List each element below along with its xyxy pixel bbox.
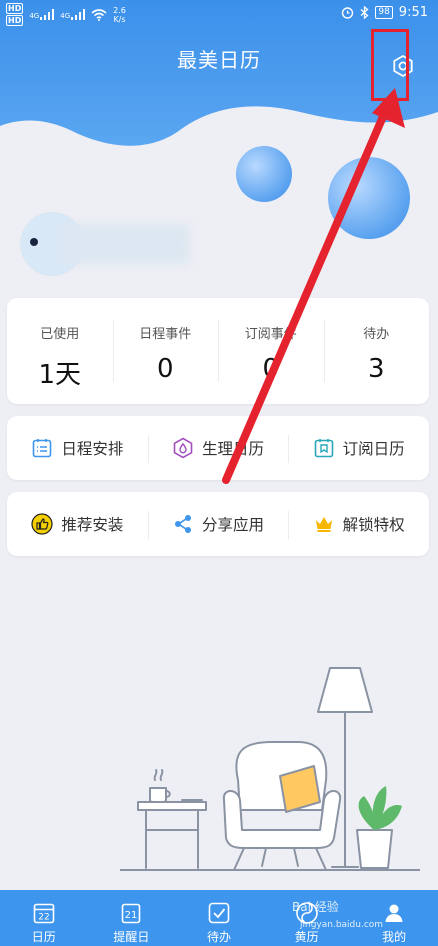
unlock-privileges-button[interactable]: 解锁特权 [288,511,429,539]
nav-reminder[interactable]: 21 提醒日 [88,890,176,946]
bottom-nav: 22 日历 21 提醒日 待办 黄历 我的 [0,890,438,946]
status-right: 98 9:51 [341,5,428,20]
cycle-label: 生理日历 [202,440,265,458]
stat-value: 0 [156,354,174,384]
recommend-install-button[interactable]: 推荐安装 [7,513,148,535]
stat-label: 待办 [363,327,390,342]
svg-text:22: 22 [38,913,49,923]
stat-value: 0 [262,354,280,384]
stat-value: 3 [367,354,385,384]
extras-row: 推荐安装 分享应用 解锁特权 [7,492,429,556]
stat-schedule-events[interactable]: 日程事件 0 [112,298,219,404]
bluetooth-icon [360,6,369,19]
clock: 9:51 [398,5,428,20]
cycle-icon [172,437,194,459]
nav-label: 待办 [206,930,231,944]
sim2-badge: HD [6,15,24,26]
stat-subscribed-events[interactable]: 订阅事件 0 [218,298,324,404]
thumbs-up-icon [31,513,53,535]
share-icon [172,513,194,535]
schedule-label: 日程安排 [61,440,124,458]
feature-row: 日程安排 生理日历 订阅日历 [7,416,429,480]
wifi-icon [91,8,107,21]
battery-indicator: 98 [375,6,393,19]
cycle-calendar-button[interactable]: 生理日历 [147,435,289,463]
username[interactable]: 用户 [60,224,190,264]
nav-label: 黄历 [294,930,319,944]
network-speed: 2.6 K/s [113,5,126,24]
todo-check-icon [206,900,232,926]
living-room-illustration [120,667,420,871]
recommend-label: 推荐安装 [61,516,124,534]
sim1-badge: HD [6,3,24,14]
reminder-icon: 21 [118,900,144,926]
decor-bubble [236,146,292,202]
alarm-icon [342,7,354,19]
subscribe-calendar-button[interactable]: 订阅日历 [288,435,429,463]
schedule-button[interactable]: 日程安排 [7,437,148,459]
schedule-icon [31,437,53,459]
stat-label: 订阅事件 [244,327,297,342]
user-icon [381,900,407,926]
calendar-icon: 22 [31,900,57,926]
svg-text:21: 21 [125,910,138,921]
unlock-label: 解锁特权 [342,516,405,534]
nav-label: 提醒日 [113,930,150,944]
signal1-icon: 4G [29,9,55,20]
share-label: 分享应用 [202,516,265,534]
share-app-button[interactable]: 分享应用 [147,511,289,539]
signal2-icon: 4G [60,9,86,20]
status-left: HD HD 4G 4G 2.6 K/s [6,3,126,26]
nav-label: 日历 [31,930,56,944]
nav-todo[interactable]: 待办 [175,890,263,946]
stat-label: 日程事件 [139,327,192,342]
decor-bubble [328,157,410,239]
subscribe-icon [313,437,335,459]
stat-days-used[interactable]: 已使用 1天 [7,298,113,404]
nav-calendar[interactable]: 22 日历 [0,890,88,946]
baidu-watermark-url: jingyan.baidu.com [300,920,384,930]
status-bar: HD HD 4G 4G 2.6 K/s 98 9:51 [0,0,438,28]
nav-mine[interactable]: 我的 [350,890,438,946]
crown-icon [313,513,335,535]
stat-value: 1天 [38,360,82,390]
nav-label: 我的 [382,930,407,944]
stat-todo[interactable]: 待办 3 [323,298,430,404]
annotation-highlight-box [371,29,409,101]
stats-card: 已使用 1天 日程事件 0 订阅事件 0 待办 3 [7,298,429,404]
subscribe-label: 订阅日历 [342,440,405,458]
baidu-watermark: Bai 经验 [292,900,339,914]
stat-label: 已使用 [40,327,80,342]
